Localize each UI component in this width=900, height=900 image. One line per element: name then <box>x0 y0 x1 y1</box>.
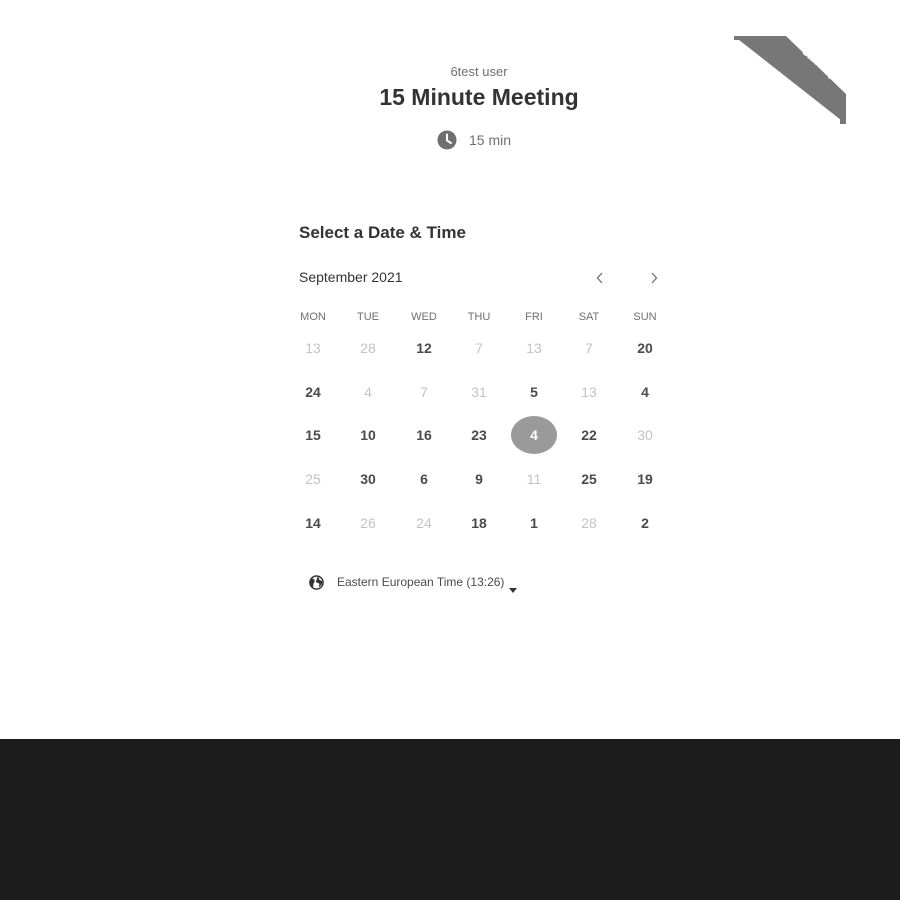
weekday-header: THU <box>467 311 491 323</box>
unavailable-day: 13 <box>305 340 321 356</box>
available-day[interactable]: 12 <box>402 330 446 366</box>
available-day[interactable]: 9 <box>457 461 501 497</box>
available-day[interactable]: 2 <box>623 505 667 541</box>
unavailable-day: 24 <box>416 515 432 531</box>
unavailable-day: 11 <box>526 471 542 487</box>
duration-label: 15 min <box>469 132 512 148</box>
available-day[interactable]: 1 <box>512 505 556 541</box>
selected-day[interactable]: 4 <box>511 416 557 454</box>
timezone-label: Eastern European Time (13:26) <box>337 575 505 589</box>
caret-down-icon <box>509 580 518 593</box>
timezone-selector[interactable]: Eastern European Time (13:26) <box>309 573 518 593</box>
available-day[interactable]: 18 <box>457 505 501 541</box>
owner-name: 6test user <box>450 64 508 79</box>
page: POWERED BY Calendly 6test user 15 Minute… <box>0 0 900 900</box>
month-label: September 2021 <box>299 269 403 285</box>
weekday-header: SUN <box>633 311 657 323</box>
footer-bar <box>0 739 900 900</box>
globe-icon <box>309 574 324 590</box>
chevron-left-icon <box>596 272 603 284</box>
available-day[interactable]: 15 <box>291 417 335 453</box>
weekday-header: WED <box>411 311 437 323</box>
available-day[interactable]: 4 <box>623 374 667 410</box>
clock-icon <box>437 130 457 150</box>
unavailable-day: 7 <box>420 384 428 400</box>
unavailable-day: 13 <box>526 340 542 356</box>
unavailable-day: 28 <box>581 515 597 531</box>
unavailable-day: 13 <box>581 384 597 400</box>
unavailable-day: 7 <box>475 340 483 356</box>
event-title: 15 Minute Meeting <box>379 84 579 110</box>
event-duration: 15 min <box>437 130 511 150</box>
available-day[interactable]: 14 <box>291 505 335 541</box>
section-title: Select a Date & Time <box>299 223 466 242</box>
unavailable-day: 26 <box>360 515 376 531</box>
available-day[interactable]: 16 <box>402 417 446 453</box>
chevron-right-icon <box>651 272 658 284</box>
weekday-header: SAT <box>578 311 600 323</box>
available-day[interactable]: 6 <box>402 461 446 497</box>
weekday-header: TUE <box>357 311 379 323</box>
available-day[interactable]: 25 <box>567 461 611 497</box>
available-day[interactable]: 19 <box>623 461 667 497</box>
unavailable-day: 31 <box>471 384 487 400</box>
weekday-header: FRI <box>525 311 543 323</box>
available-day[interactable]: 20 <box>623 330 667 366</box>
available-day[interactable]: 5 <box>512 374 556 410</box>
scheduling-panel: POWERED BY Calendly 6test user 15 Minute… <box>0 0 900 739</box>
unavailable-day: 4 <box>364 384 372 400</box>
available-day[interactable]: 23 <box>457 417 501 453</box>
available-day[interactable]: 30 <box>346 461 390 497</box>
available-day[interactable]: 22 <box>567 417 611 453</box>
weekday-header: MON <box>300 311 326 323</box>
unavailable-day: 7 <box>585 340 593 356</box>
next-month-button[interactable] <box>645 268 663 288</box>
previous-month-button[interactable] <box>591 268 609 288</box>
unavailable-day: 25 <box>305 471 321 487</box>
unavailable-day: 28 <box>360 340 376 356</box>
available-day[interactable]: 10 <box>346 417 390 453</box>
unavailable-day: 30 <box>637 427 653 443</box>
available-day[interactable]: 24 <box>291 374 335 410</box>
